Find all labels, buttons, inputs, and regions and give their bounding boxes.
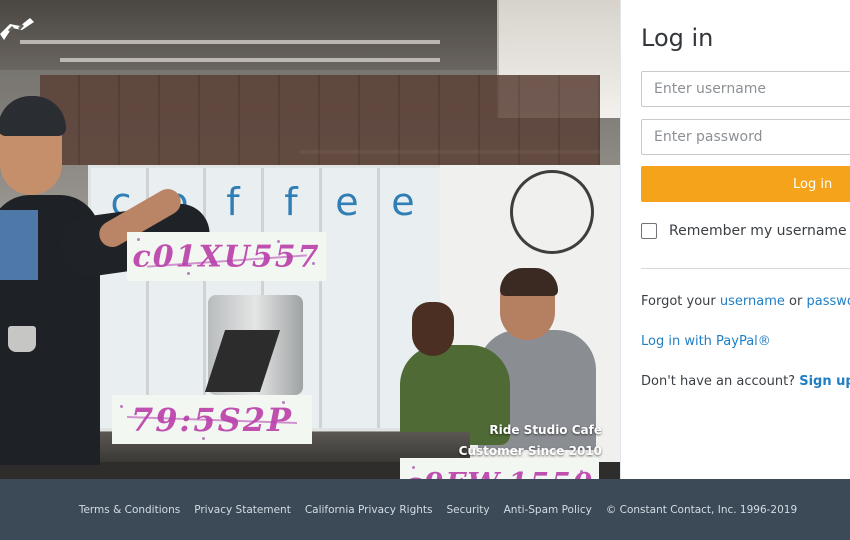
barista-shirt bbox=[0, 210, 38, 280]
signup-line: Don't have an account? Sign up fr bbox=[641, 374, 850, 389]
window-letter: e bbox=[391, 180, 415, 224]
divider bbox=[641, 268, 850, 269]
bicycle-wheel bbox=[510, 170, 594, 254]
remember-username[interactable]: Remember my username bbox=[641, 223, 847, 239]
footer-link-terms[interactable]: Terms & Conditions bbox=[79, 504, 180, 516]
login-panel: Log in Log in Remember my username Forgo… bbox=[620, 0, 850, 479]
caption-business: Ride Studio Cafe bbox=[489, 423, 602, 437]
footer-copyright: © Constant Contact, Inc. 1996-2019 bbox=[605, 503, 798, 516]
signup-prefix: Don't have an account? bbox=[641, 374, 796, 389]
customer-hair bbox=[500, 268, 558, 296]
ceiling-beam bbox=[20, 40, 440, 44]
window-letter: f bbox=[226, 180, 240, 224]
footer-link-anti-spam[interactable]: Anti-Spam Policy bbox=[504, 504, 592, 516]
logo-flag-icon bbox=[0, 18, 34, 40]
footer-links: Terms & Conditions Privacy Statement Cal… bbox=[79, 504, 797, 516]
footer-link-california-privacy[interactable]: California Privacy Rights bbox=[305, 504, 433, 516]
username-input[interactable] bbox=[641, 71, 850, 107]
customer-head bbox=[412, 302, 454, 356]
paypal-login-link[interactable]: Log in with PayPal® bbox=[641, 334, 771, 349]
window-letter: e bbox=[335, 180, 359, 224]
signup-link[interactable]: Sign up fr bbox=[799, 374, 850, 389]
login-button[interactable]: Log in bbox=[641, 166, 850, 202]
footer-link-security[interactable]: Security bbox=[446, 504, 489, 516]
ceiling-beam bbox=[60, 58, 440, 62]
forgot-or: or bbox=[789, 294, 803, 309]
captcha-image: c01XU557 bbox=[127, 232, 326, 281]
footer-link-privacy[interactable]: Privacy Statement bbox=[194, 504, 291, 516]
password-input[interactable] bbox=[641, 119, 850, 155]
remember-label: Remember my username bbox=[669, 223, 847, 239]
brick-wall bbox=[40, 75, 600, 165]
remember-checkbox[interactable] bbox=[641, 223, 657, 239]
forgot-username-link[interactable]: username bbox=[720, 294, 785, 309]
coffee-mug bbox=[8, 326, 36, 352]
paypal-line: Log in with PayPal® bbox=[641, 334, 771, 349]
forgot-line: Forgot your username or password bbox=[641, 294, 850, 309]
login-title: Log in bbox=[641, 24, 714, 52]
window-letter: f bbox=[284, 180, 298, 224]
forgot-password-link[interactable]: password bbox=[806, 294, 850, 309]
login-page: c o f f e e Ride Studio Cafe Custo bbox=[0, 0, 850, 540]
captcha-image: 79:5S2P bbox=[112, 395, 312, 444]
photo-caption: Ride Studio Cafe Customer Since 2010 bbox=[459, 420, 602, 462]
footer: Terms & Conditions Privacy Statement Cal… bbox=[0, 479, 850, 540]
forgot-prefix: Forgot your bbox=[641, 294, 716, 309]
